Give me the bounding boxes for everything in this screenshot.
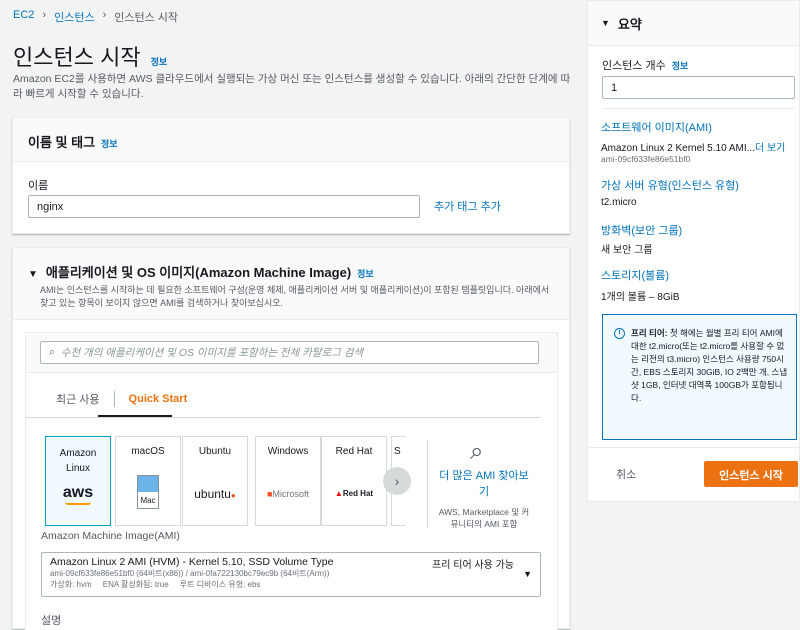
aws-logo: aws	[46, 484, 110, 505]
summary-ami-value: Amazon Linux 2 Kernel 5.10 AMI...	[601, 143, 755, 154]
page-description: Amazon EC2를 사용하면 AWS 클라우드에서 실행되는 가상 머신 또…	[13, 73, 571, 100]
more-link[interactable]: 더 보기	[755, 143, 785, 154]
summary-instance-type-value: t2.micro	[601, 197, 637, 208]
add-tag-link[interactable]: 추가 태그 추가	[434, 198, 501, 214]
tab-quick-start[interactable]: Quick Start	[115, 393, 202, 405]
info-link[interactable]: 정보	[357, 267, 374, 280]
browse-more-subtext: AWS, Marketplace 및 커뮤니티의 AMI 포함	[438, 507, 530, 529]
info-link[interactable]: 정보	[151, 55, 168, 68]
tab-recent[interactable]: 최근 사용	[42, 391, 115, 407]
summary-firewall-link[interactable]: 방화벽(보안 그룹)	[601, 222, 682, 238]
instance-count-input[interactable]: 1	[602, 76, 795, 99]
search-icon: ⌕	[470, 438, 484, 465]
count-label: 인스턴스 개수	[602, 60, 666, 72]
caret-down-icon[interactable]: ▼	[28, 269, 38, 280]
ami-tile-amazon-linux[interactable]: Amazon Linux aws	[45, 436, 111, 526]
name-input[interactable]: nginx	[28, 195, 420, 218]
page-title: 인스턴스 시작	[13, 45, 141, 70]
info-link[interactable]: 정보	[101, 137, 118, 150]
ami-description: AMI는 인스턴스를 시작하는 데 필요한 소프트웨어 구성(운영 체제, 애플…	[40, 285, 550, 308]
breadcrumb-ec2[interactable]: EC2	[13, 9, 34, 25]
chevron-right-icon: ›	[42, 9, 47, 21]
info-link[interactable]: 정보	[672, 59, 689, 72]
search-icon: ⌕	[49, 346, 55, 358]
summary-storage-link[interactable]: 스토리지(볼륨)	[601, 267, 669, 283]
cancel-button[interactable]: 취소	[616, 466, 636, 482]
summary-ami-link[interactable]: 소프트웨어 이미지(AMI)	[601, 119, 712, 135]
breadcrumb: EC2 › 인스턴스 › 인스턴스 시작	[13, 9, 178, 25]
name-label: 이름	[28, 180, 49, 192]
ami-select-label: Amazon Machine Image(AMI)	[41, 530, 180, 542]
ami-tile-redhat[interactable]: Red Hat ▲Red Hat	[321, 436, 387, 526]
chevron-right-icon: ›	[102, 9, 107, 21]
caret-down-icon: ▼	[523, 569, 532, 579]
free-tier-alert: i 프리 티어: 첫 해에는 월별 프리 티어 AMI에 대한 t2.micro…	[602, 314, 797, 440]
microsoft-logo: ■Microsoft	[267, 489, 309, 499]
ami-tile-macos[interactable]: macOS Mac	[115, 436, 181, 526]
summary-ami-id: ami-09cf633fe86e51bf0	[601, 154, 691, 164]
section-title: 이름 및 태그	[28, 135, 96, 150]
ami-tile-windows[interactable]: Windows ■Microsoft	[255, 436, 321, 526]
breadcrumb-current: 인스턴스 시작	[114, 12, 179, 24]
ubuntu-logo: ubuntu●	[194, 487, 236, 501]
redhat-logo: ▲Red Hat	[334, 489, 374, 498]
launch-instance-button[interactable]: 인스턴스 시작	[704, 461, 798, 487]
summary-storage-value: 1개의 볼륨 – 8GiB	[601, 292, 680, 303]
summary-firewall-value: 새 보안 그룹	[601, 245, 653, 256]
section-title: 애플리케이션 및 OS 이미지(Amazon Machine Image)	[45, 265, 352, 280]
name-tags-panel: 이름 및 태그 정보 이름 nginx 추가 태그 추가	[12, 117, 570, 234]
summary-title: 요약	[617, 16, 642, 32]
ami-search-input[interactable]: ⌕ 수천 개의 애플리케이션 및 OS 이미지를 포함하는 전체 카탈로그 검색	[40, 341, 539, 364]
info-icon: i	[614, 328, 625, 339]
mac-logo: Mac	[137, 475, 159, 509]
caret-down-icon[interactable]: ▼	[601, 18, 610, 28]
summary-instance-type-link[interactable]: 가상 서버 유형(인스턴스 유형)	[601, 177, 739, 193]
ami-select[interactable]: Amazon Linux 2 AMI (HVM) - Kernel 5.10, …	[41, 552, 541, 597]
breadcrumb-instances[interactable]: 인스턴스	[54, 9, 94, 25]
carousel-next-button[interactable]: ›	[383, 467, 411, 495]
free-tier-badge: 프리 티어 사용 가능	[432, 560, 514, 571]
browse-more-ami-link[interactable]: 더 많은 AMI 찾아보기	[436, 468, 532, 500]
ami-tile-ubuntu[interactable]: Ubuntu ubuntu●	[182, 436, 248, 526]
description-label: 설명	[41, 615, 62, 627]
